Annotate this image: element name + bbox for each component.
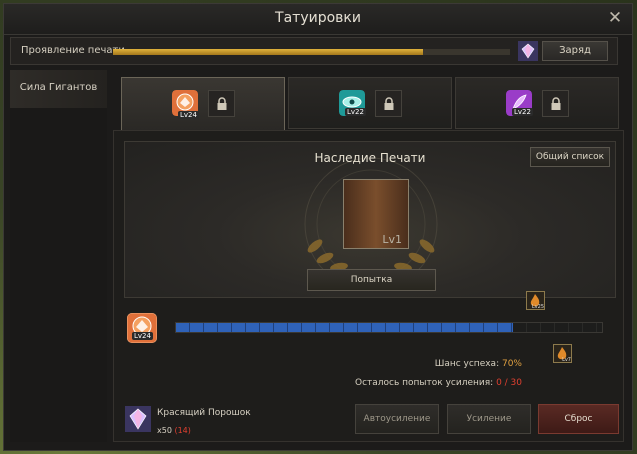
sidebar: Сила Гигантов — [10, 70, 107, 442]
lock-icon — [384, 97, 394, 110]
charge-button[interactable]: Заряд — [542, 41, 608, 61]
reset-button[interactable]: Сброс — [538, 404, 619, 434]
manifest-progress — [113, 49, 510, 55]
success-chance: Шанс успеха: 70% — [113, 359, 522, 369]
manifest-label: Проявление печати — [21, 45, 125, 56]
lock-icon — [551, 97, 561, 110]
window-title: Татуировки — [275, 10, 361, 26]
tab-giant[interactable]: Lv24 — [121, 77, 285, 131]
material-name: Красящий Порошок — [157, 408, 251, 418]
enhancement-progress-fill — [176, 323, 513, 332]
dye-powder-icon — [125, 406, 151, 432]
tab-eye[interactable]: Lv22 — [288, 77, 452, 129]
chance-label: Шанс успеха: — [434, 359, 500, 369]
material-owned: (14) — [174, 426, 191, 435]
tab-feather[interactable]: Lv22 — [455, 77, 619, 129]
lock-button[interactable] — [208, 90, 235, 117]
enhancement-row: Lv24 Lv25 Lv7 — [120, 291, 622, 363]
seal-slot[interactable]: Lv1 — [343, 179, 409, 249]
lock-button[interactable] — [542, 90, 569, 117]
lock-icon — [217, 97, 227, 110]
material-count: x50 (14) — [157, 426, 191, 435]
seal-legacy-stage: Наследие Печати Общий список Lv1 Попытка — [124, 141, 616, 298]
marker-top-level: Lv25 — [531, 304, 544, 310]
seal-level: Lv1 — [382, 233, 402, 246]
next-level-marker: Lv25 — [526, 291, 545, 310]
enhance-level-badge: Lv24 — [132, 332, 153, 340]
enhancement-progress-empty — [512, 323, 602, 332]
general-list-button[interactable]: Общий список — [530, 147, 610, 167]
bottom-bar: Красящий Порошок x50 (14) Автоусиление У… — [117, 398, 621, 442]
milestone-marker: Lv7 — [553, 344, 572, 363]
marker-bottom-level: Lv7 — [562, 357, 571, 363]
material-required: x50 — [157, 426, 172, 435]
enhancement-progress — [175, 322, 603, 333]
enhance-button[interactable]: Усиление — [447, 404, 531, 434]
attempts-value: 0 / 30 — [496, 378, 522, 388]
close-icon[interactable]: ✕ — [606, 9, 624, 27]
sidebar-item-giants[interactable]: Сила Гигантов — [10, 70, 107, 108]
manifest-progress-fill — [113, 49, 423, 55]
chance-value: 70% — [501, 359, 522, 369]
remaining-attempts: Осталось попыток усиления: 0 / 30 — [113, 378, 522, 388]
attempts-label: Осталось попыток усиления: — [355, 378, 494, 388]
tab-level-badge: Lv22 — [345, 108, 366, 116]
title-bar: Татуировки ✕ — [4, 4, 632, 35]
attempt-button[interactable]: Попытка — [307, 269, 436, 291]
lock-button[interactable] — [375, 90, 402, 117]
crystal-icon — [518, 41, 538, 61]
auto-enhance-button[interactable]: Автоусиление — [355, 404, 439, 434]
seal-manifest-bar: Проявление печати Заряд — [10, 37, 618, 65]
tab-level-badge: Lv24 — [178, 111, 199, 119]
tab-level-badge: Lv22 — [512, 108, 533, 116]
